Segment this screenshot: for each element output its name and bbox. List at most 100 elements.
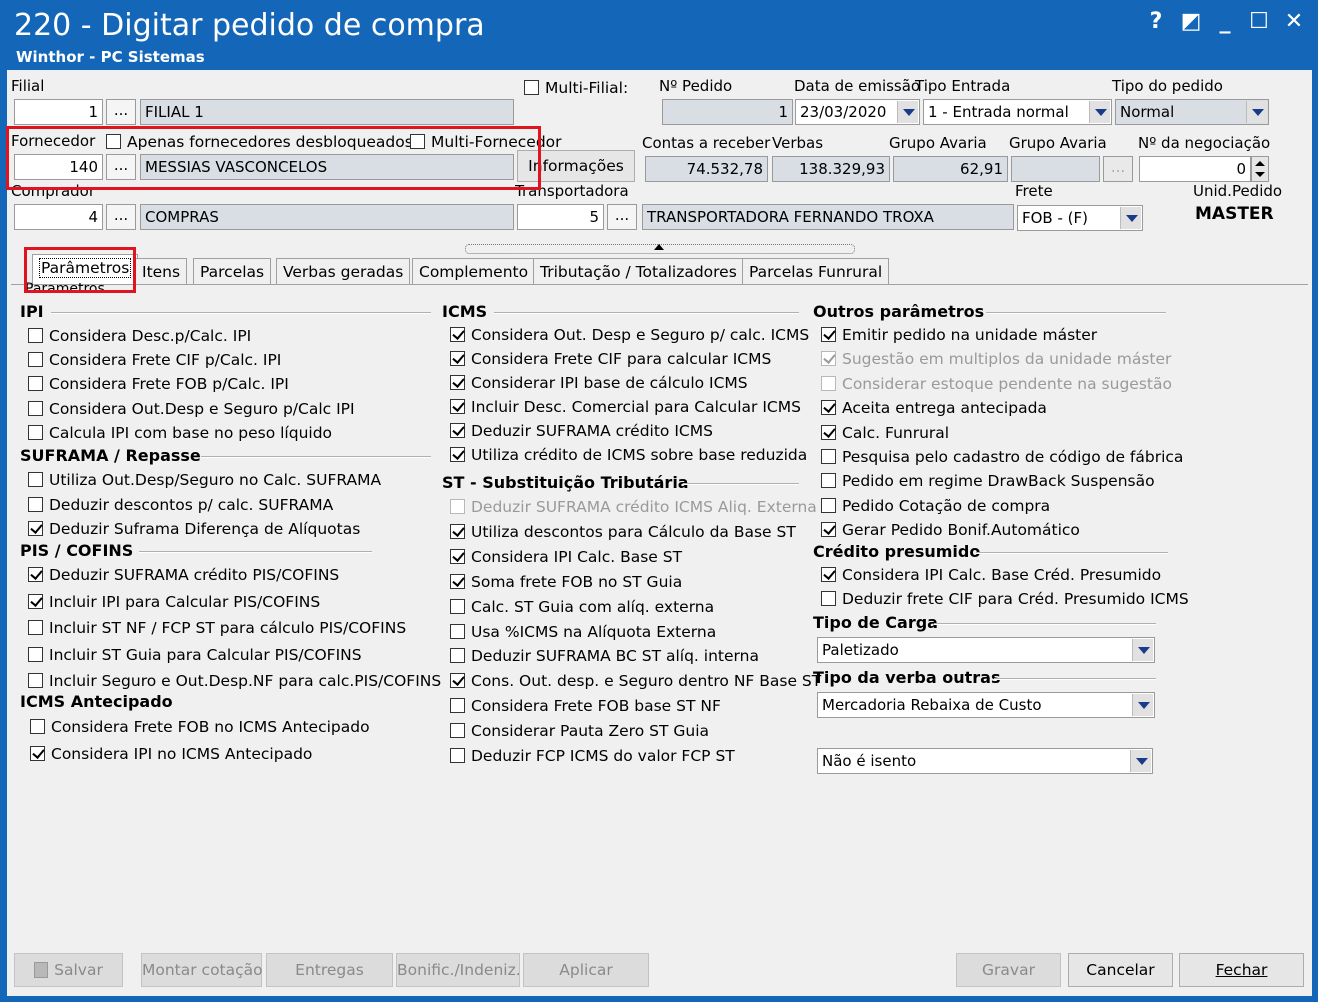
comprador-lookup-button[interactable]: ... <box>106 204 136 230</box>
tipo-pedido-select[interactable]: Normal <box>1115 99 1269 125</box>
checked-icon <box>450 673 465 689</box>
help-icon[interactable]: ? <box>1143 8 1169 36</box>
option-checkbox[interactable]: Considera IPI Calc. Base ST <box>450 547 682 567</box>
option-checkbox[interactable]: Pesquisa pelo cadastro de código de fábr… <box>821 447 1183 467</box>
option-label: Pedido Cotação de compra <box>842 496 1051 515</box>
option-checkbox[interactable]: Utiliza Out.Desp/Seguro no Calc. SUFRAMA <box>28 470 381 490</box>
option-label: Considera IPI Calc. Base ST <box>471 547 683 566</box>
option-checkbox[interactable]: Incluir ST NF / FCP ST para cálculo PIS/… <box>28 618 406 638</box>
option-checkbox[interactable]: Considera Out.Desp e Seguro p/Calc IPI <box>28 399 355 419</box>
option-label: Considera Frete CIF p/Calc. IPI <box>49 351 282 370</box>
option-label: Incluir IPI para Calcular PIS/COFINS <box>49 592 321 611</box>
cancelar-button[interactable]: Cancelar <box>1068 953 1173 987</box>
option-checkbox[interactable]: Cons. Out. desp. e Seguro dentro NF Base… <box>450 671 821 691</box>
option-checkbox[interactable]: Deduzir frete CIF para Créd. Presumido I… <box>821 589 1189 609</box>
option-checkbox[interactable]: Incluir IPI para Calcular PIS/COFINS <box>28 592 320 612</box>
option-checkbox[interactable]: Considera Desc.p/Calc. IPI <box>28 326 251 346</box>
option-checkbox[interactable]: Incluir Desc. Comercial para Calcular IC… <box>450 397 801 417</box>
option-checkbox[interactable]: Deduzir descontos p/ calc. SUFRAMA <box>28 495 333 515</box>
aplicar-button[interactable]: Aplicar <box>523 953 649 987</box>
option-checkbox[interactable]: Aceita entrega antecipada <box>821 398 1047 418</box>
option-checkbox[interactable]: Deduzir SUFRAMA crédito ICMS <box>450 421 713 441</box>
tipo-entrada-select[interactable]: 1 - Entrada normal <box>923 99 1112 125</box>
frete-label: Frete <box>1015 182 1053 200</box>
maximize-icon[interactable]: ☐ <box>1246 8 1272 36</box>
unchecked-icon <box>450 723 465 739</box>
option-checkbox[interactable]: Calcula IPI com base no peso líquido <box>28 423 332 443</box>
salvar-button[interactable]: Salvar <box>14 953 123 987</box>
option-checkbox[interactable]: Soma frete FOB no ST Guia <box>450 572 682 592</box>
option-checkbox[interactable]: Gerar Pedido Bonif.Automático <box>821 520 1080 540</box>
option-checkbox[interactable]: Usa %ICMS na Alíquota Externa <box>450 622 716 642</box>
option-checkbox[interactable]: Deduzir SUFRAMA BC ST alíq. interna <box>450 646 759 666</box>
bonific-indeniz-button[interactable]: Bonific./Indeniz. <box>396 953 521 987</box>
restore-icon[interactable]: ◩ <box>1178 8 1204 36</box>
tab-parcelas-funrural[interactable]: Parcelas Funrural <box>742 258 890 285</box>
isencao-select[interactable]: Não é isento <box>817 748 1153 774</box>
minimize-icon[interactable]: _ <box>1212 8 1238 36</box>
option-checkbox[interactable]: Pedido em regime DrawBack Suspensão <box>821 471 1155 491</box>
option-checkbox[interactable]: Incluir ST Guia para Calcular PIS/COFINS <box>28 645 362 665</box>
option-checkbox[interactable]: Considera Out. Desp e Seguro p/ calc. IC… <box>450 325 809 345</box>
gravar-button[interactable]: Gravar <box>956 953 1061 987</box>
option-checkbox[interactable]: Deduzir SUFRAMA crédito PIS/COFINS <box>28 565 339 585</box>
tab-itens[interactable]: Itens <box>135 258 188 285</box>
option-checkbox[interactable]: Pedido Cotação de compra <box>821 496 1050 516</box>
fechar-button[interactable]: Fechar <box>1179 953 1304 987</box>
close-icon[interactable]: ✕ <box>1281 8 1307 36</box>
option-checkbox[interactable]: Considera Frete FOB no ICMS Antecipado <box>30 717 370 737</box>
option-checkbox[interactable]: Considera Frete FOB p/Calc. IPI <box>28 374 289 394</box>
option-label: Considera Frete FOB base ST NF <box>471 697 721 716</box>
unchecked-icon <box>28 424 43 440</box>
comprador-code-input[interactable]: 4 <box>14 204 103 230</box>
multi-filial-checkbox[interactable]: Multi-Filial: <box>524 78 628 98</box>
option-checkbox[interactable]: Considera Frete FOB base ST NF <box>450 696 721 716</box>
option-checkbox[interactable]: Calc. Funrural <box>821 423 949 443</box>
filial-label: Filial <box>11 77 45 95</box>
transportadora-code-input[interactable]: 5 <box>517 204 604 230</box>
grupo-avaria-lookup-button[interactable]: ... <box>1103 156 1133 182</box>
option-checkbox[interactable]: Deduzir Suframa Diferença de Alíquotas <box>28 519 360 539</box>
option-checkbox[interactable]: Considerar Pauta Zero ST Guia <box>450 721 709 741</box>
tab-tributacao[interactable]: Tributação / Totalizadores <box>533 258 744 285</box>
negociacao-spinner[interactable] <box>1251 156 1269 182</box>
option-label: Utiliza descontos para Cálculo da Base S… <box>471 522 796 541</box>
option-checkbox[interactable]: Considera IPI no ICMS Antecipado <box>30 744 312 764</box>
splitter-handle[interactable] <box>465 244 855 254</box>
entregas-button[interactable]: Entregas <box>266 953 393 987</box>
filial-code-input[interactable]: 1 <box>14 99 103 125</box>
filial-lookup-button[interactable]: ... <box>106 99 136 125</box>
data-emissao-picker[interactable]: 23/03/2020 <box>795 99 920 125</box>
transportadora-name-field: TRANSPORTADORA FERNANDO TROXA <box>642 204 1014 230</box>
tab-complemento[interactable]: Complemento <box>412 258 536 285</box>
option-checkbox[interactable]: Considera IPI Calc. Base Créd. Presumido <box>821 565 1161 585</box>
montar-cotacao-button[interactable]: Montar cotação <box>141 953 263 987</box>
tipo-verba-select[interactable]: Mercadoria Rebaixa de Custo <box>817 692 1155 718</box>
option-checkbox[interactable]: Calc. ST Guia com alíq. externa <box>450 597 714 617</box>
unchecked-icon <box>28 496 43 512</box>
unchecked-icon <box>450 623 465 639</box>
option-checkbox[interactable]: Incluir Seguro e Out.Desp.NF para calc.P… <box>28 671 441 691</box>
option-label: Incluir Desc. Comercial para Calcular IC… <box>471 398 801 416</box>
checked-icon <box>28 521 43 536</box>
option-checkbox[interactable]: Deduzir FCP ICMS do valor FCP ST <box>450 746 735 766</box>
option-checkbox[interactable]: Utiliza crédito de ICMS sobre base reduz… <box>450 445 807 465</box>
num-negociacao-input[interactable]: 0 <box>1139 156 1251 182</box>
pis-cofins-title: PIS / COFINS <box>20 541 134 560</box>
option-checkbox[interactable]: Considera Frete CIF p/Calc. IPI <box>28 350 281 370</box>
option-label: Considera IPI Calc. Base Créd. Presumido <box>842 566 1162 584</box>
option-label: Calc. Funrural <box>842 423 950 442</box>
unchecked-icon <box>28 376 43 392</box>
option-checkbox[interactable]: Considera Frete CIF para calcular ICMS <box>450 349 771 369</box>
option-checkbox[interactable]: Emitir pedido na unidade máster <box>821 325 1097 345</box>
option-checkbox[interactable]: Utiliza descontos para Cálculo da Base S… <box>450 522 796 542</box>
tab-parcelas[interactable]: Parcelas <box>193 258 272 285</box>
transportadora-lookup-button[interactable]: ... <box>607 204 637 230</box>
tab-verbas-geradas[interactable]: Verbas geradas <box>276 258 411 285</box>
checked-icon <box>450 327 465 342</box>
tipo-carga-select[interactable]: Paletizado <box>817 637 1155 663</box>
option-label: Deduzir SUFRAMA BC ST alíq. interna <box>471 647 759 666</box>
frete-select[interactable]: FOB - (F) <box>1017 205 1143 231</box>
option-checkbox[interactable]: Considerar IPI base de cálculo ICMS <box>450 373 748 393</box>
data-emissao-label: Data de emissão <box>794 77 921 95</box>
